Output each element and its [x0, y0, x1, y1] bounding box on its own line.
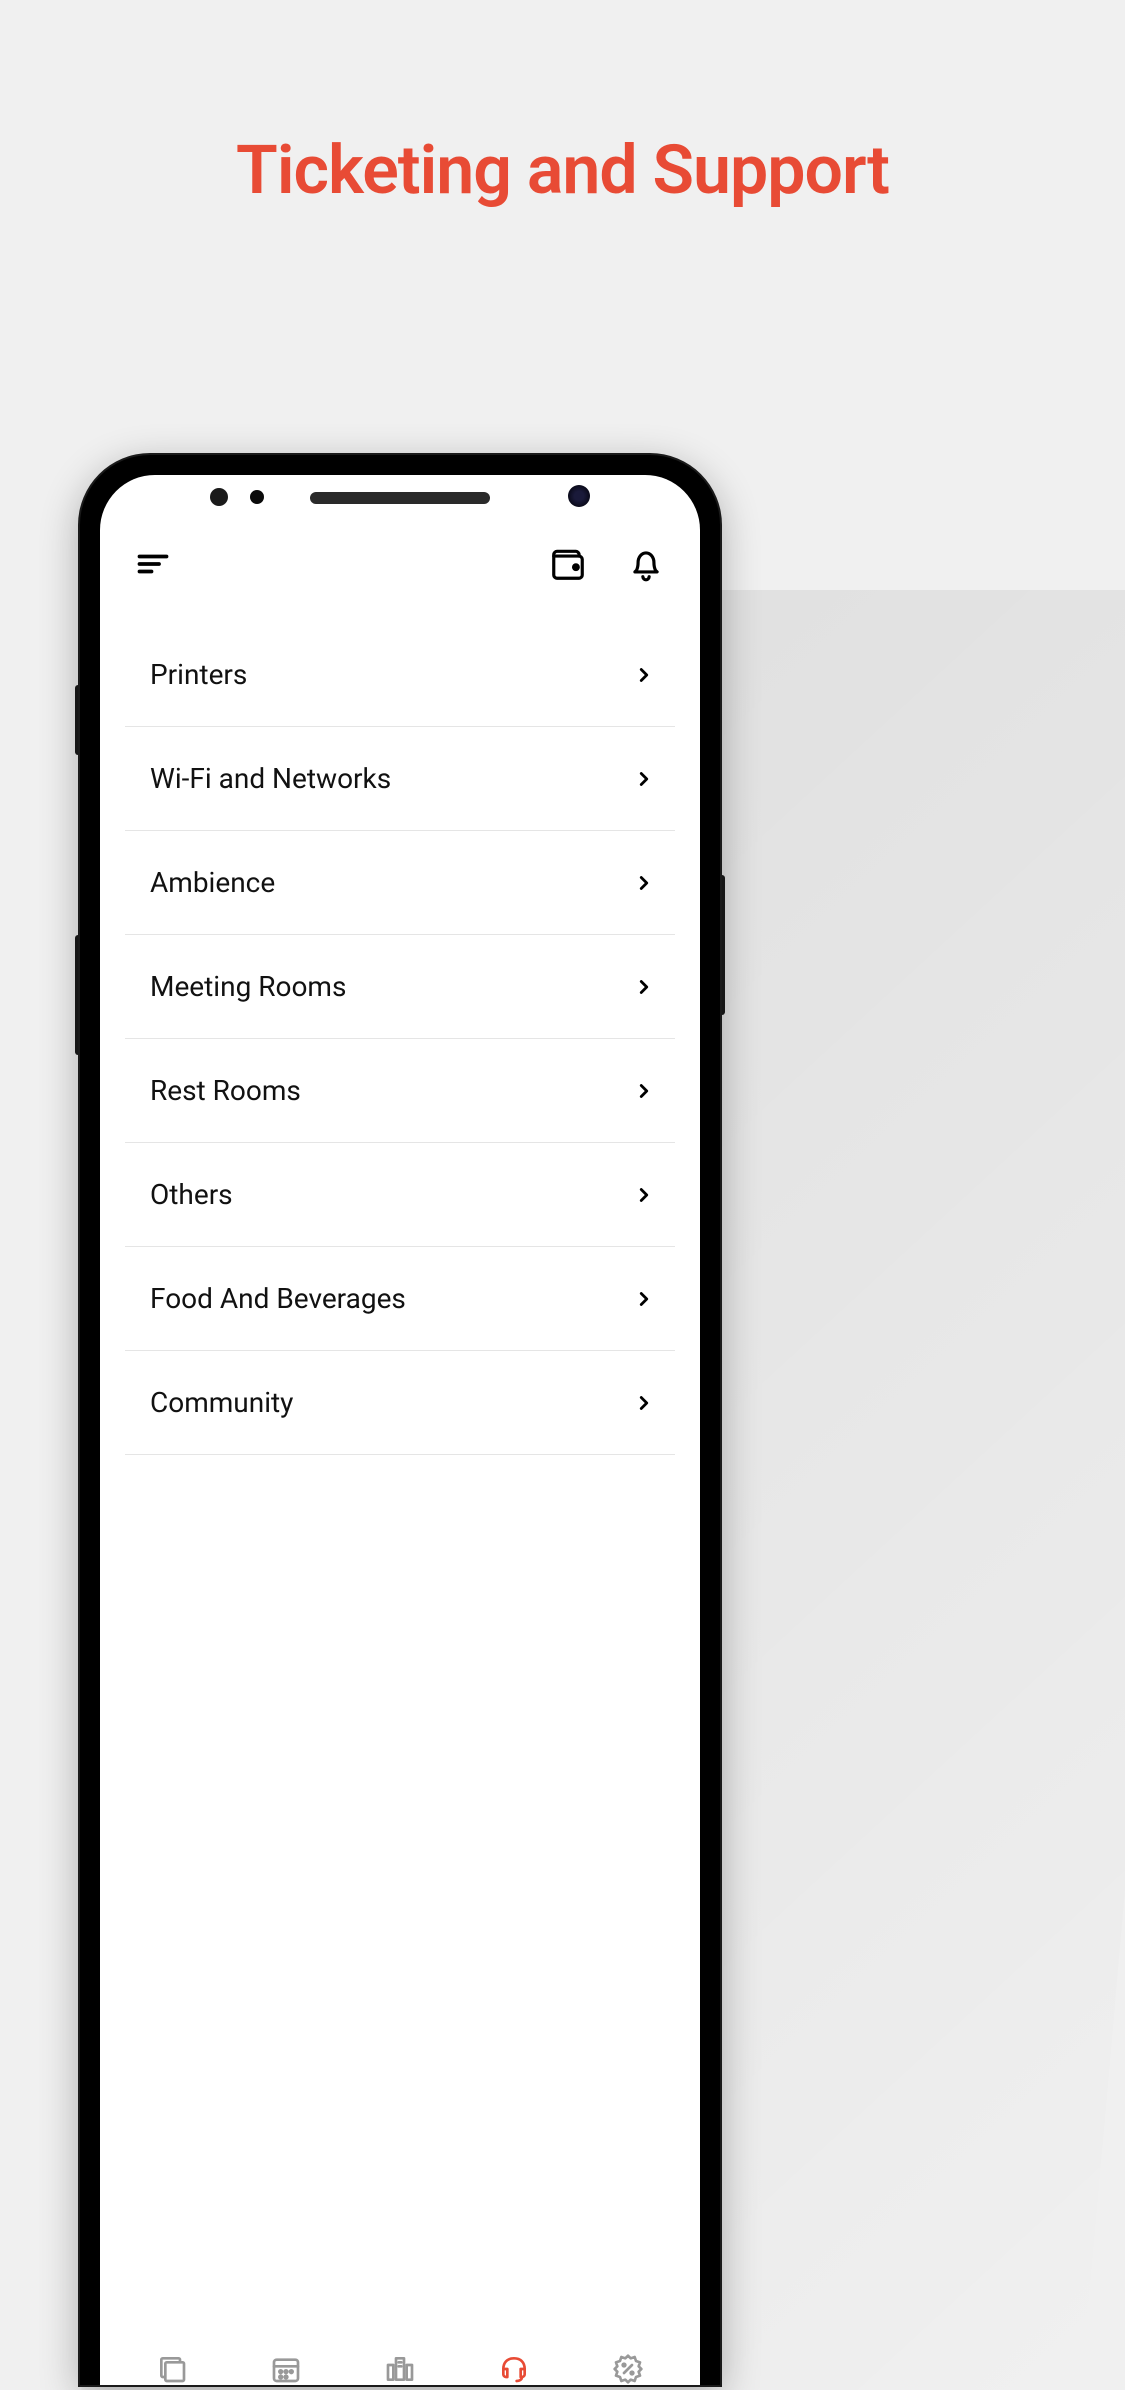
- app-header: [100, 525, 700, 593]
- phone-button-side: [720, 875, 725, 1015]
- bottom-nav: [100, 2332, 700, 2385]
- list-item-food-beverages[interactable]: Food And Beverages: [125, 1247, 675, 1351]
- list-item-wifi[interactable]: Wi-Fi and Networks: [125, 727, 675, 831]
- list-item-ambience[interactable]: Ambience: [125, 831, 675, 935]
- nav-deals-icon[interactable]: [612, 2353, 644, 2385]
- phone-speaker: [310, 492, 490, 504]
- phone-camera: [568, 485, 590, 507]
- category-list: Printers Wi-Fi and Networks Ambience: [100, 593, 700, 2332]
- chevron-right-icon: [633, 1184, 655, 1206]
- list-item-label: Printers: [150, 658, 247, 691]
- list-item-label: Ambience: [150, 866, 275, 899]
- list-item-rest-rooms[interactable]: Rest Rooms: [125, 1039, 675, 1143]
- list-item-printers[interactable]: Printers: [125, 623, 675, 727]
- chevron-right-icon: [633, 664, 655, 686]
- page-title: Ticketing and Support: [0, 130, 1125, 210]
- chevron-right-icon: [633, 1288, 655, 1310]
- phone-sensor: [210, 488, 228, 506]
- chevron-right-icon: [633, 1080, 655, 1102]
- menu-icon[interactable]: [135, 546, 171, 582]
- nav-home-icon[interactable]: [156, 2353, 188, 2385]
- nav-calendar-icon[interactable]: [270, 2353, 302, 2385]
- chevron-right-icon: [633, 872, 655, 894]
- list-item-label: Community: [150, 1386, 293, 1419]
- list-item-label: Meeting Rooms: [150, 970, 346, 1003]
- phone-sensor: [250, 490, 264, 504]
- chevron-right-icon: [633, 1392, 655, 1414]
- list-item-meeting-rooms[interactable]: Meeting Rooms: [125, 935, 675, 1039]
- nav-building-icon[interactable]: [384, 2353, 416, 2385]
- list-item-label: Others: [150, 1178, 233, 1211]
- phone-mockup: Printers Wi-Fi and Networks Ambience: [80, 455, 720, 2385]
- list-item-label: Wi-Fi and Networks: [150, 762, 391, 795]
- bell-icon[interactable]: [627, 545, 665, 583]
- nav-support-icon[interactable]: [498, 2353, 530, 2385]
- list-item-others[interactable]: Others: [125, 1143, 675, 1247]
- wallet-icon[interactable]: [549, 545, 587, 583]
- list-item-community[interactable]: Community: [125, 1351, 675, 1455]
- list-item-label: Food And Beverages: [150, 1282, 406, 1315]
- chevron-right-icon: [633, 768, 655, 790]
- chevron-right-icon: [633, 976, 655, 998]
- list-item-label: Rest Rooms: [150, 1074, 301, 1107]
